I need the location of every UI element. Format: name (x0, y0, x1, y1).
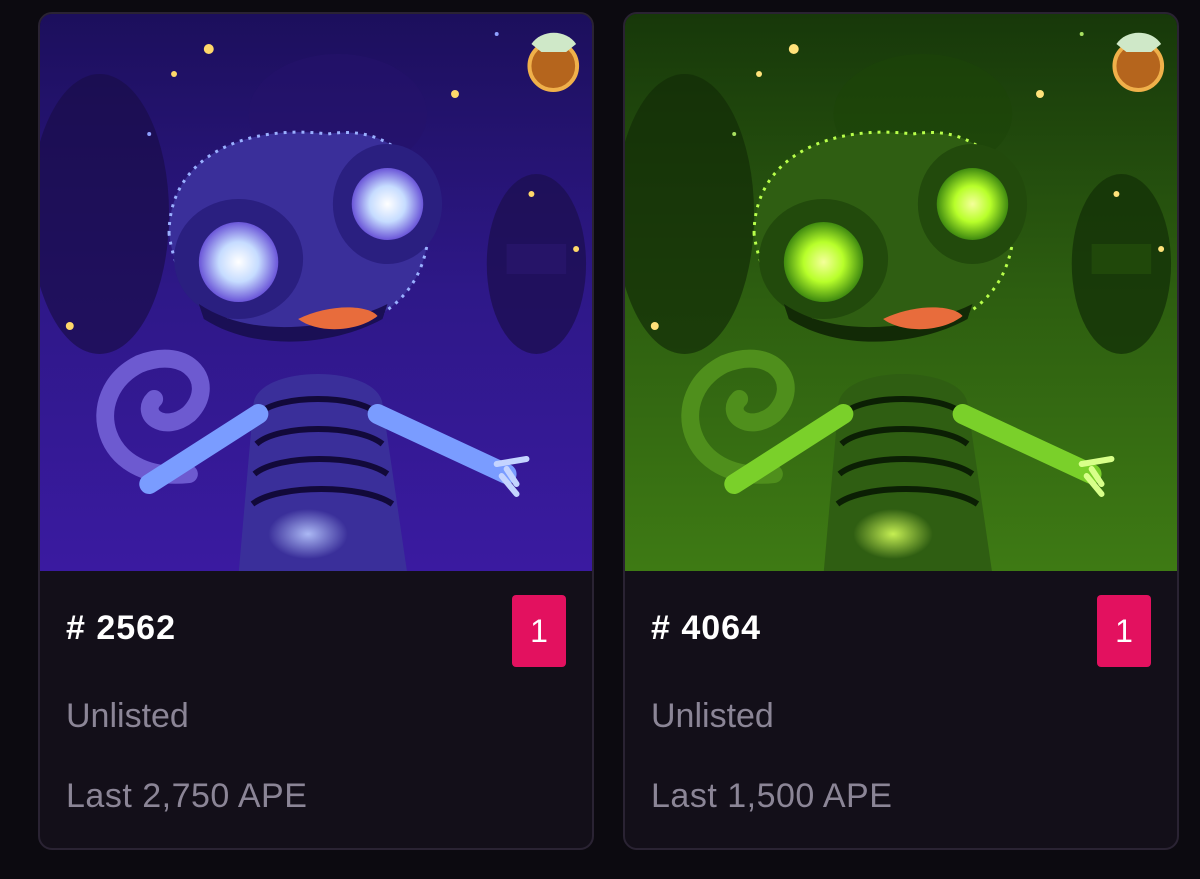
nft-info: # 4064 1 Unlisted Last 1,500 APE (625, 571, 1177, 848)
nft-image[interactable] (40, 14, 592, 571)
nft-grid: # 2562 1 Unlisted Last 2,750 APE # 4064 … (0, 0, 1200, 879)
listing-status: Unlisted (651, 697, 774, 735)
nft-image[interactable] (625, 14, 1177, 571)
chameleon-artwork (625, 14, 1177, 571)
chameleon-artwork (40, 14, 592, 571)
last-sale-price: Last 2,750 APE (66, 777, 308, 815)
nft-info: # 2562 1 Unlisted Last 2,750 APE (40, 571, 592, 848)
last-sale-price: Last 1,500 APE (651, 777, 893, 815)
listing-status: Unlisted (66, 697, 189, 735)
token-id[interactable]: # 2562 (66, 609, 176, 648)
quantity-badge: 1 (512, 595, 566, 667)
nft-card[interactable]: # 2562 1 Unlisted Last 2,750 APE (38, 12, 594, 850)
token-id[interactable]: # 4064 (651, 609, 761, 648)
nft-card[interactable]: # 4064 1 Unlisted Last 1,500 APE (623, 12, 1179, 850)
quantity-badge: 1 (1097, 595, 1151, 667)
